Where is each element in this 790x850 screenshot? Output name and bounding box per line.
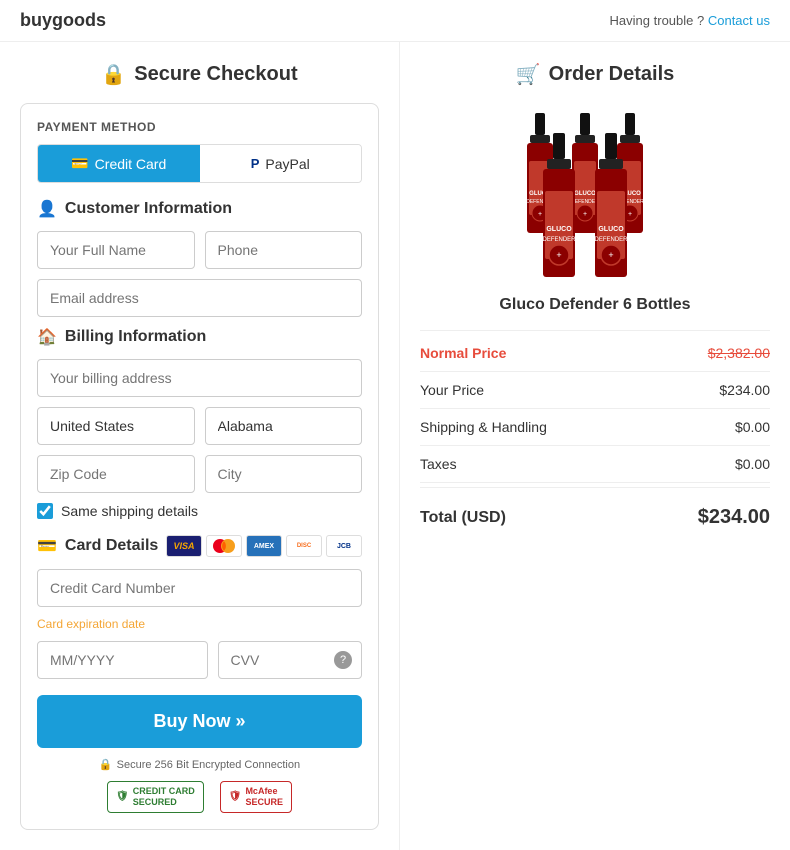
header-right: Having trouble ? Contact us <box>610 13 770 28</box>
normal-price-row: Normal Price $2,382.00 <box>420 335 770 372</box>
cart-icon: 🛒 <box>516 62 541 87</box>
expiry-label: Card expiration date <box>37 617 362 631</box>
product-name: Gluco Defender 6 Bottles <box>420 296 770 314</box>
taxes-label: Taxes <box>420 456 457 472</box>
cvv-wrapper: ? <box>218 641 363 679</box>
amex-icon: AMEX <box>246 535 282 557</box>
main-layout: 🔒 Secure Checkout PAYMENT METHOD 💳 Credi… <box>0 42 790 850</box>
product-image: GLUCO DEFENDER + GLUCO DEFENDER + <box>420 103 770 286</box>
your-price-row: Your Price $234.00 <box>420 372 770 409</box>
same-shipping-checkbox[interactable] <box>37 503 53 519</box>
jcb-icon: JCB <box>326 535 362 557</box>
svg-text:+: + <box>628 211 632 218</box>
bottles-svg: GLUCO DEFENDER + GLUCO DEFENDER + <box>485 103 705 283</box>
payment-tabs: 💳 Credit Card P PayPal <box>37 144 362 183</box>
email-input[interactable] <box>37 279 362 317</box>
trouble-text: Having trouble ? <box>610 13 705 28</box>
mastercard-icon <box>206 535 242 557</box>
full-name-input[interactable] <box>37 231 195 269</box>
svg-text:GLUCO: GLUCO <box>574 191 596 197</box>
visa-icon: VISA <box>166 535 202 557</box>
checkout-title: 🔒 Secure Checkout <box>20 62 379 87</box>
shield-check-icon: 🛡 <box>116 791 129 802</box>
billing-address-input[interactable] <box>37 359 362 397</box>
secure-text: 🔒 Secure 256 Bit Encrypted Connection <box>37 758 362 771</box>
svg-text:DEFENDER: DEFENDER <box>571 199 599 205</box>
logo: buygoods <box>20 10 106 31</box>
mcafee-icon: 🛡 <box>229 791 242 802</box>
buy-now-button[interactable]: Buy Now » <box>37 695 362 748</box>
payment-method-label: PAYMENT METHOD <box>37 120 362 134</box>
credit-card-secured-badge: 🛡 CREDIT CARDSECURED <box>107 781 204 813</box>
divider-bottom <box>420 487 770 488</box>
same-shipping-row: Same shipping details <box>37 503 362 519</box>
contact-link[interactable]: Contact us <box>708 13 770 28</box>
paypal-tab[interactable]: P PayPal <box>200 145 362 182</box>
card-details-header: 💳 Card Details VISA AMEX DISC JCB <box>37 535 362 557</box>
svg-text:DEFENDER: DEFENDER <box>594 237 628 243</box>
paypal-icon: P <box>251 156 260 171</box>
svg-text:GLUCO: GLUCO <box>598 226 624 233</box>
country-select[interactable]: United States <box>37 407 195 445</box>
discover-icon: DISC <box>286 535 322 557</box>
shipping-label: Shipping & Handling <box>420 419 547 435</box>
svg-text:+: + <box>538 211 542 218</box>
zip-city-row <box>37 455 362 493</box>
normal-price-value: $2,382.00 <box>708 345 770 361</box>
checkout-box: PAYMENT METHOD 💳 Credit Card P PayPal 👤 … <box>20 103 379 830</box>
expiry-cvv-row: ? <box>37 641 362 679</box>
credit-card-label: Credit Card <box>95 156 167 172</box>
card-details-title: 💳 Card Details <box>37 536 158 556</box>
shipping-value: $0.00 <box>735 419 770 435</box>
card-icon: 💳 <box>37 536 57 556</box>
header: buygoods Having trouble ? Contact us <box>0 0 790 42</box>
billing-info-title: 🏠 Billing Information <box>37 327 362 347</box>
svg-text:+: + <box>608 250 613 260</box>
trust-badges: 🛡 CREDIT CARDSECURED 🛡 McAfeeSECURE <box>37 781 362 813</box>
total-label: Total (USD) <box>420 509 506 527</box>
your-price-value: $234.00 <box>719 382 770 398</box>
phone-input[interactable] <box>205 231 363 269</box>
same-shipping-label[interactable]: Same shipping details <box>61 503 198 519</box>
mcafee-badge: 🛡 McAfeeSECURE <box>220 781 292 813</box>
normal-price-label: Normal Price <box>420 345 506 361</box>
paypal-label: PayPal <box>265 156 309 172</box>
shield-icon: 🔒 <box>99 758 113 771</box>
shipping-row: Shipping & Handling $0.00 <box>420 409 770 446</box>
card-icons: VISA AMEX DISC JCB <box>166 535 362 557</box>
country-state-row: United States Alabama <box>37 407 362 445</box>
credit-card-tab[interactable]: 💳 Credit Card <box>38 145 200 182</box>
expiry-section: Card expiration date ? <box>37 617 362 679</box>
card-number-row <box>37 569 362 607</box>
billing-icon: 🏠 <box>37 327 57 347</box>
state-wrapper: Alabama <box>205 407 363 445</box>
city-input[interactable] <box>205 455 363 493</box>
lock-icon: 🔒 <box>101 62 126 87</box>
expiry-input[interactable] <box>37 641 208 679</box>
taxes-row: Taxes $0.00 <box>420 446 770 483</box>
taxes-value: $0.00 <box>735 456 770 472</box>
svg-text:+: + <box>556 250 561 260</box>
person-icon: 👤 <box>37 199 57 219</box>
country-wrapper: United States <box>37 407 195 445</box>
email-row <box>37 279 362 317</box>
svg-text:+: + <box>583 211 587 218</box>
card-number-input[interactable] <box>37 569 362 607</box>
address-row <box>37 359 362 397</box>
your-price-label: Your Price <box>420 382 484 398</box>
total-row: Total (USD) $234.00 <box>420 492 770 543</box>
customer-info-title: 👤 Customer Information <box>37 199 362 219</box>
divider-top <box>420 330 770 331</box>
total-value: $234.00 <box>698 506 770 529</box>
checkout-panel: 🔒 Secure Checkout PAYMENT METHOD 💳 Credi… <box>0 42 400 850</box>
zip-input[interactable] <box>37 455 195 493</box>
svg-text:GLUCO: GLUCO <box>546 226 572 233</box>
state-select[interactable]: Alabama <box>205 407 363 445</box>
credit-card-icon: 💳 <box>71 155 88 172</box>
order-panel: 🛒 Order Details GLUCO DEFENDER + <box>400 42 790 850</box>
name-phone-row <box>37 231 362 269</box>
cvv-help-icon[interactable]: ? <box>334 651 352 669</box>
order-title: 🛒 Order Details <box>420 62 770 87</box>
svg-text:DEFENDER: DEFENDER <box>542 237 576 243</box>
